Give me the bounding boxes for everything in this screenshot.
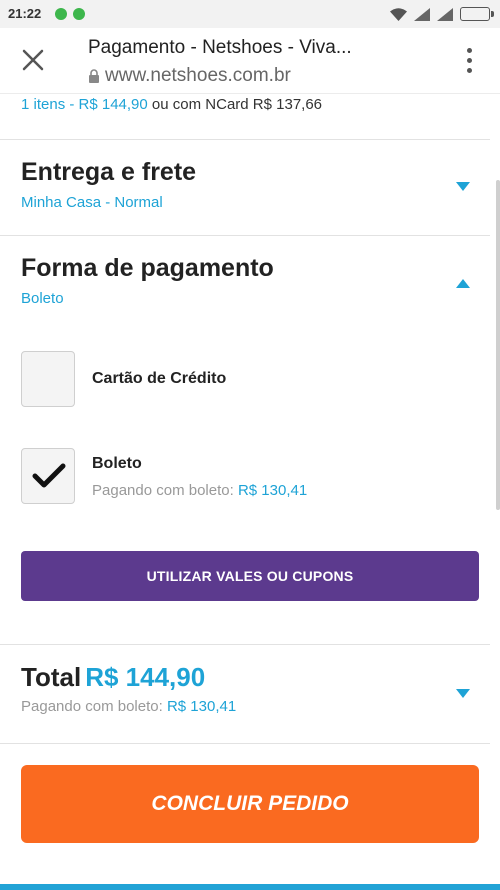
items-count-price: 1 itens - R$ 144,90	[21, 96, 148, 113]
browser-toolbar: Pagamento - Netshoes - Viva... www.netsh…	[0, 28, 500, 94]
status-indicators	[390, 6, 494, 22]
use-vouchers-coupons-button[interactable]: UTILIZAR VALES OU CUPONS	[21, 551, 479, 601]
whatsapp-notification-icon	[73, 8, 85, 20]
divider	[0, 743, 490, 744]
status-time: 21:22	[8, 6, 42, 21]
overflow-menu-button[interactable]	[464, 48, 474, 76]
whatsapp-notification-icon	[55, 8, 67, 20]
chevron-down-icon[interactable]	[456, 182, 470, 191]
scrollbar[interactable]	[496, 180, 500, 510]
check-icon	[32, 463, 66, 488]
total-label: Total	[21, 662, 82, 692]
divider	[0, 235, 490, 236]
total-note-text: Pagando com boleto:	[21, 698, 163, 715]
total-boleto-price: R$ 130,41	[166, 698, 237, 715]
page-title: Pagamento - Netshoes - Viva...	[88, 37, 352, 58]
signal-icon	[437, 7, 453, 21]
conclude-order-button[interactable]: CONCLUIR PEDIDO	[21, 765, 479, 843]
more-vert-icon-dot	[466, 58, 472, 63]
signal-icon	[414, 7, 430, 21]
more-vert-icon-dot	[466, 68, 472, 73]
url-bar[interactable]: www.netshoes.com.br	[88, 65, 291, 87]
delivery-selected-option: Minha Casa - Normal	[21, 194, 163, 211]
more-vert-icon	[466, 48, 472, 53]
status-bar: 21:22	[0, 0, 500, 28]
payment-selected-option: Boleto	[21, 290, 64, 307]
divider	[0, 644, 490, 645]
total-boleto-note: Pagando com boleto: R$ 130,41	[21, 698, 236, 715]
ncard-price: ou com NCard R$ 137,66	[151, 96, 323, 113]
boleto-option-label[interactable]: Boleto	[92, 455, 142, 473]
close-button[interactable]	[18, 45, 48, 75]
divider	[0, 139, 490, 140]
boleto-note-text: Pagando com boleto:	[92, 482, 234, 499]
credit-card-option-label[interactable]: Cartão de Crédito	[92, 370, 226, 388]
payment-section-title: Forma de pagamento	[21, 254, 274, 282]
url-text: www.netshoes.com.br	[105, 65, 291, 86]
delivery-section-title: Entrega e frete	[21, 158, 197, 186]
total-value: R$ 144,90	[85, 662, 206, 692]
boleto-checkbox[interactable]	[21, 448, 75, 504]
battery-icon	[460, 7, 494, 21]
boleto-price-note: Pagando com boleto: R$ 130,41	[92, 482, 307, 499]
chevron-down-icon[interactable]	[456, 689, 470, 698]
boleto-price: R$ 130,41	[237, 482, 308, 499]
chevron-up-icon[interactable]	[456, 279, 470, 288]
lock-icon	[89, 69, 99, 83]
wifi-icon	[390, 7, 407, 21]
total-row: Total R$ 144,90	[21, 662, 205, 693]
bottom-accent-bar	[0, 884, 500, 890]
credit-card-checkbox[interactable]	[21, 351, 75, 407]
order-summary: 1 itens - R$ 144,90 ou com NCard R$ 137,…	[21, 96, 322, 113]
close-icon	[22, 49, 44, 71]
